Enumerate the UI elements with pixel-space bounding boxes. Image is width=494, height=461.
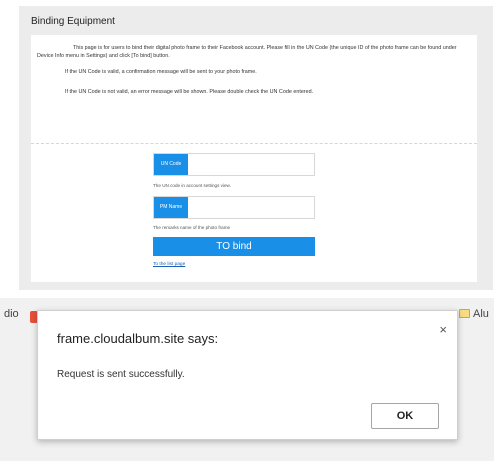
section-divider — [31, 143, 477, 144]
page-title: Binding Equipment — [31, 16, 115, 27]
to-bind-button[interactable]: TO bind — [153, 237, 315, 256]
dialog-message: Request is sent successfully. — [57, 369, 185, 380]
bookmark-item-left[interactable]: dio — [4, 308, 19, 320]
bookmark-folder-label: Alu — [473, 308, 489, 320]
frame-name-input[interactable] — [188, 197, 314, 218]
un-code-field: UN Code — [153, 153, 315, 176]
ok-button[interactable]: OK — [371, 403, 439, 429]
alert-dialog: frame.cloudalbum.site says: × Request is… — [37, 310, 458, 440]
un-code-input[interactable] — [188, 154, 314, 175]
frame-name-hint: The remarks name of the photo frame — [153, 225, 231, 230]
un-code-label: UN Code — [154, 154, 188, 175]
intro-paragraph-2: If the UN Code is valid, a confirmation … — [65, 69, 257, 75]
frame-name-field: PM Name — [153, 196, 315, 219]
browser-alert-screenshot: dio Alu frame.cloudalbum.site says: × Re… — [0, 298, 494, 461]
list-page-link[interactable]: To the list page — [153, 262, 185, 267]
binding-page-screenshot: Binding Equipment This page is for users… — [19, 6, 493, 290]
frame-name-label: PM Name — [154, 197, 188, 218]
close-icon[interactable]: × — [439, 323, 447, 336]
bookmark-folder[interactable]: Alu — [459, 308, 489, 320]
dialog-title: frame.cloudalbum.site says: — [57, 331, 219, 346]
intro-paragraph-3: If the UN Code is not valid, an error me… — [65, 89, 314, 95]
binding-card: This page is for users to bind their dig… — [31, 35, 477, 282]
folder-icon — [459, 309, 470, 318]
intro-text: This page is for users to bind their dig… — [37, 44, 471, 96]
intro-paragraph-1: This page is for users to bind their dig… — [37, 45, 457, 59]
un-code-hint: The UN code in account settings view. — [153, 183, 231, 188]
